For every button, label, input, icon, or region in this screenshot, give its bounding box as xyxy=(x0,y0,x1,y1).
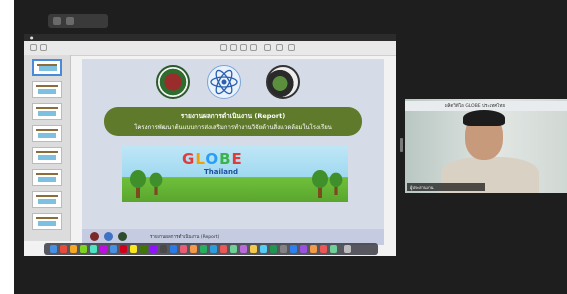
sidebar-toggle-icon[interactable] xyxy=(30,44,37,51)
app-icon[interactable] xyxy=(290,245,297,253)
app-icon[interactable] xyxy=(170,245,177,253)
app-icon[interactable] xyxy=(230,245,237,253)
mac-menu-bar: ● xyxy=(24,34,396,41)
app-icon[interactable] xyxy=(100,245,107,253)
seal-mini-icon xyxy=(90,232,99,241)
thumbnail-page[interactable] xyxy=(32,147,62,164)
slide-subtitle: โครงการพัฒนาต้นแบบการส่งเสริมการทำงานวิจ… xyxy=(134,124,332,131)
app-icon[interactable] xyxy=(190,245,197,253)
app-icon[interactable] xyxy=(270,245,277,253)
app-icon[interactable] xyxy=(110,245,117,253)
zoom-in-icon[interactable] xyxy=(230,44,237,51)
science-atom-logo xyxy=(207,65,241,99)
app-icon[interactable] xyxy=(120,245,127,253)
pdf-toolbar xyxy=(24,41,396,56)
tree-icon xyxy=(149,171,163,195)
app-icon[interactable] xyxy=(240,245,247,253)
slide-title-band: รายงานผลการดำเนินงาน (Report) โครงการพัฒ… xyxy=(104,107,362,136)
app-icon[interactable] xyxy=(260,245,267,253)
participant-name: ผู้ประสานงาน xyxy=(410,185,434,190)
page-thumbnails xyxy=(24,55,71,241)
app-icon[interactable] xyxy=(220,245,227,253)
shared-screen: ● รายงานผลการดำเนินงาน (Report) โครงการพ… xyxy=(24,34,396,256)
app-icon[interactable] xyxy=(130,245,137,253)
app-icon[interactable] xyxy=(140,245,147,253)
slide-footer-text: รายงานผลการดำเนินงาน (Report) xyxy=(150,235,220,240)
app-icon[interactable] xyxy=(160,245,167,253)
apple-icon[interactable]: ● xyxy=(30,35,34,40)
app-icon[interactable] xyxy=(320,245,327,253)
annotate-icon[interactable] xyxy=(264,44,271,51)
thumbnail-page[interactable] xyxy=(32,191,62,208)
zoom-out-icon[interactable] xyxy=(220,44,227,51)
app-icon[interactable] xyxy=(280,245,287,253)
globe-project-logo xyxy=(266,65,300,99)
slide-title: รายงานผลการดำเนินงาน (Report) xyxy=(180,112,286,120)
mac-dock xyxy=(44,243,378,255)
thailand-label: Thailand xyxy=(204,168,238,176)
rotate-icon[interactable] xyxy=(276,44,283,51)
participant-hair xyxy=(463,110,505,126)
grid-icon[interactable] xyxy=(66,17,74,25)
atom-mini-icon xyxy=(104,232,113,241)
tree-icon xyxy=(329,171,343,195)
app-icon[interactable] xyxy=(180,245,187,253)
app-icon[interactable] xyxy=(250,245,257,253)
thumbnail-page[interactable] xyxy=(32,81,62,98)
share-icon[interactable] xyxy=(240,44,247,51)
presentation-slide: รายงานผลการดำเนินงาน (Report) โครงการพัฒ… xyxy=(82,59,384,245)
thumbnail-page[interactable] xyxy=(32,103,62,120)
globe-wordmark: GLOBE xyxy=(182,150,243,168)
app-icon[interactable] xyxy=(300,245,307,253)
app-icon[interactable] xyxy=(150,245,157,253)
meeting-stage: ● รายงานผลการดำเนินงาน (Report) โครงการพ… xyxy=(14,0,567,294)
thumbnail-page[interactable] xyxy=(32,125,62,142)
app-icon[interactable] xyxy=(310,245,317,253)
search-icon[interactable] xyxy=(288,44,295,51)
zoom-icon[interactable] xyxy=(40,44,47,51)
participant-video-tile[interactable]: ผลิตวิดีโอ GLOBE ประเทศไทย ผู้ประสานงาน xyxy=(405,99,567,193)
thumbnail-page[interactable] xyxy=(32,169,62,186)
thumbnail-page[interactable] xyxy=(32,59,62,76)
video-header-text: ผลิตวิดีโอ GLOBE ประเทศไทย xyxy=(445,104,505,109)
thumbnail-page[interactable] xyxy=(32,213,62,230)
app-icon[interactable] xyxy=(60,245,67,253)
app-icon[interactable] xyxy=(210,245,217,253)
tree-icon xyxy=(130,168,146,198)
participant-name-caption: ผู้ประสานงาน xyxy=(407,183,485,191)
app-icon[interactable] xyxy=(330,245,337,253)
markup-icon[interactable] xyxy=(250,44,257,51)
school-seal-logo xyxy=(156,65,190,99)
app-icon[interactable] xyxy=(80,245,87,253)
trash-icon[interactable] xyxy=(344,245,351,253)
app-icon[interactable] xyxy=(90,245,97,253)
split-resize-handle[interactable] xyxy=(400,138,403,152)
globe-mini-icon xyxy=(118,232,127,241)
finder-icon[interactable] xyxy=(50,245,57,253)
globe-thailand-banner: GLOBE Thailand xyxy=(122,146,348,202)
app-icon[interactable] xyxy=(70,245,77,253)
view-icon[interactable] xyxy=(53,17,61,25)
meeting-top-bar[interactable] xyxy=(48,14,108,28)
app-icon[interactable] xyxy=(200,245,207,253)
tree-icon xyxy=(312,168,328,198)
